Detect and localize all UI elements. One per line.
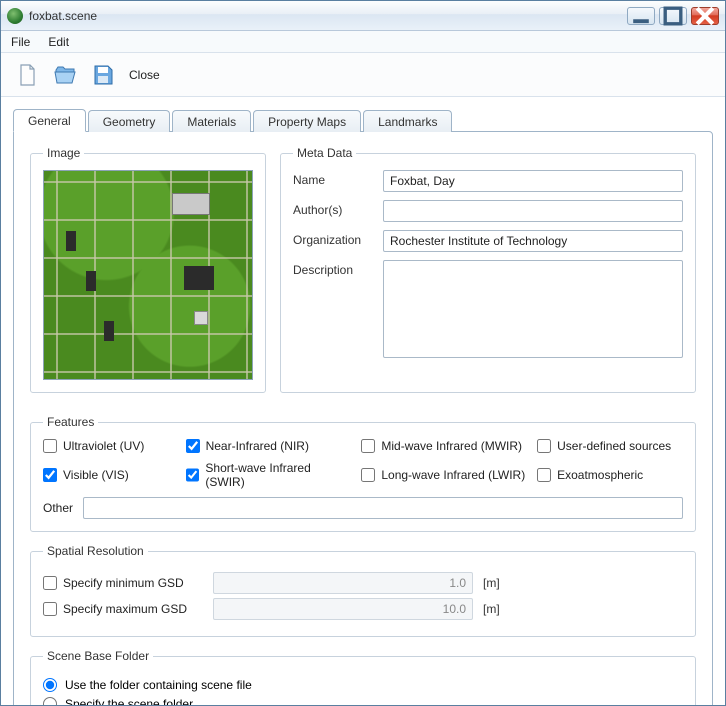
checkbox-user-sources[interactable]: User-defined sources: [537, 439, 683, 453]
checkbox-swir-input[interactable]: [186, 468, 200, 482]
checkbox-user-input[interactable]: [537, 439, 551, 453]
menubar: File Edit: [1, 31, 725, 53]
spatial-legend: Spatial Resolution: [43, 544, 148, 558]
metadata-legend: Meta Data: [293, 146, 356, 160]
checkbox-max-gsd-input[interactable]: [43, 602, 57, 616]
menu-file[interactable]: File: [11, 35, 30, 49]
app-icon: [7, 8, 23, 24]
checkbox-exoatmospheric[interactable]: Exoatmospheric: [537, 461, 683, 489]
checkbox-uv[interactable]: Ultraviolet (UV): [43, 439, 176, 453]
new-document-icon[interactable]: [11, 59, 43, 91]
checkbox-vis[interactable]: Visible (VIS): [43, 461, 176, 489]
minimize-button[interactable]: [627, 7, 655, 25]
app-window: foxbat.scene File Edit Close General Geo…: [0, 0, 726, 706]
close-button[interactable]: [691, 7, 719, 25]
window-title: foxbat.scene: [29, 9, 623, 23]
checkbox-max-gsd[interactable]: Specify maximum GSD: [43, 602, 203, 616]
features-legend: Features: [43, 415, 98, 429]
radio-use-containing-input[interactable]: [43, 678, 57, 692]
radio-specify-folder-input[interactable]: [43, 697, 57, 705]
image-legend: Image: [43, 146, 84, 160]
client-area: General Geometry Materials Property Maps…: [1, 97, 725, 705]
tabpanel-general: Image Meta Data Name Author(s) Organizat…: [13, 131, 713, 705]
checkbox-min-gsd[interactable]: Specify minimum GSD: [43, 576, 203, 590]
tab-general[interactable]: General: [13, 109, 86, 132]
tab-materials[interactable]: Materials: [172, 110, 251, 132]
checkbox-lwir[interactable]: Long-wave Infrared (LWIR): [361, 461, 527, 489]
toolbar-close-label[interactable]: Close: [129, 68, 160, 82]
description-field[interactable]: [383, 260, 683, 358]
name-field[interactable]: [383, 170, 683, 192]
checkbox-vis-input[interactable]: [43, 468, 57, 482]
base-folder-legend: Scene Base Folder: [43, 649, 153, 663]
name-label: Name: [293, 170, 373, 187]
features-other-field[interactable]: [83, 497, 683, 519]
menu-edit[interactable]: Edit: [48, 35, 69, 49]
image-fieldset: Image: [30, 146, 266, 393]
organization-label: Organization: [293, 230, 373, 247]
metadata-fieldset: Meta Data Name Author(s) Organization De…: [280, 146, 696, 393]
min-gsd-field: [213, 572, 473, 594]
maximize-button[interactable]: [659, 7, 687, 25]
organization-field[interactable]: [383, 230, 683, 252]
radio-specify-folder[interactable]: Specify the scene folder: [43, 697, 683, 705]
checkbox-uv-input[interactable]: [43, 439, 57, 453]
spatial-resolution-fieldset: Spatial Resolution Specify minimum GSD […: [30, 544, 696, 637]
tabstrip: General Geometry Materials Property Maps…: [13, 107, 713, 131]
titlebar: foxbat.scene: [1, 1, 725, 31]
checkbox-nir[interactable]: Near-Infrared (NIR): [186, 439, 352, 453]
checkbox-min-gsd-input[interactable]: [43, 576, 57, 590]
tab-property-maps[interactable]: Property Maps: [253, 110, 361, 132]
authors-label: Author(s): [293, 200, 373, 217]
scene-preview-image: [43, 170, 253, 380]
max-gsd-field: [213, 598, 473, 620]
checkbox-swir[interactable]: Short-wave Infrared (SWIR): [186, 461, 352, 489]
checkbox-mwir-input[interactable]: [361, 439, 375, 453]
features-fieldset: Features Ultraviolet (UV) Near-Infrared …: [30, 415, 696, 532]
authors-field[interactable]: [383, 200, 683, 222]
min-gsd-unit: [m]: [483, 576, 500, 590]
checkbox-lwir-input[interactable]: [361, 468, 375, 482]
tab-geometry[interactable]: Geometry: [88, 110, 171, 132]
toolbar: Close: [1, 53, 725, 97]
checkbox-exo-input[interactable]: [537, 468, 551, 482]
description-label: Description: [293, 260, 373, 277]
tab-landmarks[interactable]: Landmarks: [363, 110, 452, 132]
radio-use-containing[interactable]: Use the folder containing scene file: [43, 678, 683, 692]
save-icon[interactable]: [87, 59, 119, 91]
checkbox-nir-input[interactable]: [186, 439, 200, 453]
scene-base-folder-fieldset: Scene Base Folder Use the folder contain…: [30, 649, 696, 705]
features-other-label: Other: [43, 501, 73, 515]
checkbox-mwir[interactable]: Mid-wave Infrared (MWIR): [361, 439, 527, 453]
max-gsd-unit: [m]: [483, 602, 500, 616]
folder-open-icon[interactable]: [49, 59, 81, 91]
